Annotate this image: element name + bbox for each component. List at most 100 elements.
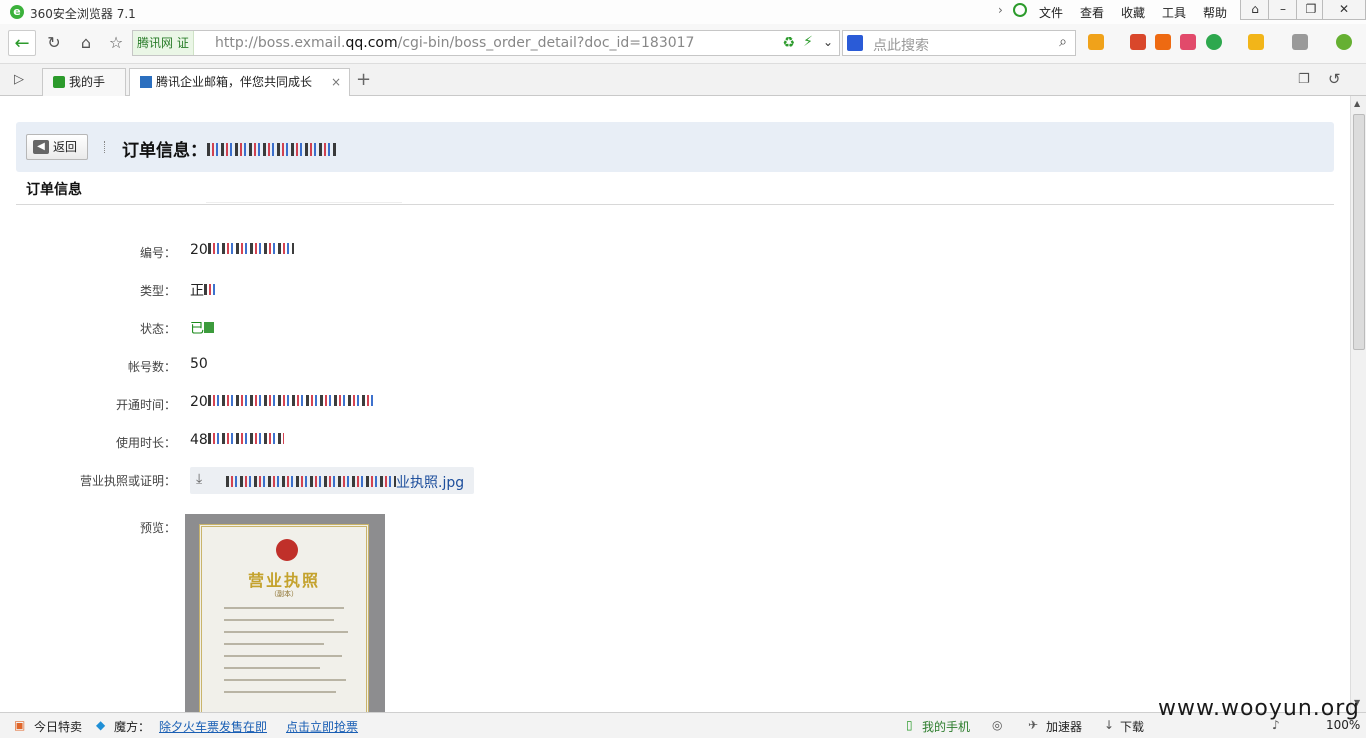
tab-list-icon[interactable]: ❐	[1298, 72, 1310, 87]
screenshot-icon[interactable]	[1292, 34, 1308, 50]
undo-close-icon[interactable]: ↺	[1328, 70, 1341, 88]
text-line	[224, 643, 324, 645]
redacted-text	[204, 322, 214, 333]
redacted-text	[207, 243, 294, 254]
chevron-right-icon[interactable]: ›	[998, 3, 1003, 17]
scrollbar-thumb[interactable]	[1353, 114, 1365, 350]
magic-label: 魔方：	[114, 720, 151, 734]
title-bar: e 360安全浏览器 7.1 › 文件 查看 收藏 工具 帮助 ⌂ – ❐ ✕	[0, 0, 1366, 24]
page-title: 订单信息：	[122, 136, 337, 161]
field-label-preview: 预览：	[139, 521, 176, 535]
chevron-down-icon[interactable]: ⌄	[823, 35, 833, 49]
compat-icon[interactable]: ◎	[992, 718, 1002, 732]
field-value-accounts: 50	[190, 356, 208, 372]
refresh-icon[interactable]: ↻	[40, 30, 68, 56]
field-value-duration: 48	[190, 432, 284, 448]
phone-icon	[53, 76, 65, 88]
close-button[interactable]: ✕	[1322, 0, 1366, 20]
promo-link-grab[interactable]: 点击立即抢票	[286, 718, 358, 735]
back-arrow-icon: ◀	[33, 140, 49, 154]
menu-favorites[interactable]: 收藏	[1121, 4, 1145, 21]
vertical-scrollbar[interactable]: ▲ ▼	[1350, 96, 1366, 712]
redacted-text	[207, 395, 376, 406]
text-line	[224, 607, 344, 609]
sidebar-toggle-icon[interactable]: ▷	[14, 72, 24, 87]
user-icon[interactable]	[1013, 3, 1027, 17]
order-header: ◀ 返回 订单信息：	[16, 122, 1334, 172]
tab-my-phone[interactable]: 我的手机	[42, 68, 126, 115]
url-text[interactable]: http://boss.exmail.qq.com/cgi-bin/boss_o…	[215, 31, 694, 55]
redacted-order-id	[207, 143, 337, 156]
tab-bar: ▷ 我的手机 腾讯企业邮箱，伴您共同成长 × + ❐ ↺	[0, 64, 1366, 115]
scroll-up-icon[interactable]: ▲	[1354, 99, 1360, 108]
menu-help[interactable]: 帮助	[1203, 4, 1227, 21]
flight-icon[interactable]	[1155, 34, 1171, 50]
redacted-text	[204, 284, 216, 295]
field-label-number: 编号：	[139, 246, 176, 260]
divider	[206, 202, 402, 203]
download-icon[interactable]: ↓	[1104, 718, 1114, 732]
tab-label: 腾讯企业邮箱，伴您共同成长	[156, 75, 313, 89]
certificate-title: 营业执照	[247, 571, 320, 590]
skin-icon[interactable]: ⌂	[1240, 0, 1270, 20]
gift-icon[interactable]: ▣	[14, 718, 25, 732]
address-toolbar: ← ↻ ⌂ ☆ 腾讯网 证 http://boss.exmail.qq.com/…	[0, 24, 1366, 64]
today-sale-link[interactable]: 今日特卖	[34, 718, 82, 735]
search-icon[interactable]: ⌕	[1059, 34, 1067, 50]
page-content: ◀ 返回 订单信息： 订单信息 编号： 20 类型： 正 状态： 已 帐号数： 5…	[0, 96, 1350, 712]
text-line	[224, 667, 320, 669]
field-label-duration: 使用时长：	[115, 436, 176, 450]
back-label: 返回	[53, 140, 78, 154]
license-file-name[interactable]: 业执照.jpg	[226, 472, 464, 492]
cube-icon[interactable]: ◆	[96, 718, 105, 732]
recycle-icon[interactable]: ♻	[782, 35, 795, 51]
menu-tools[interactable]: 工具	[1162, 4, 1186, 21]
minimize-button[interactable]: –	[1268, 0, 1298, 20]
field-label-type: 类型：	[139, 284, 176, 298]
url-field[interactable]: 腾讯网 证 http://boss.exmail.qq.com/cgi-bin/…	[132, 30, 840, 56]
download-icon[interactable]: ⤓	[196, 471, 202, 487]
star-icon[interactable]: ☆	[102, 30, 130, 56]
license-file-link[interactable]: ⤓ 业执照.jpg	[190, 467, 474, 494]
search-input[interactable]: 点此搜索 ⌕	[842, 30, 1076, 56]
redacted-text	[207, 433, 284, 444]
back-button[interactable]: ◀ 返回	[26, 134, 88, 160]
site-verified-badge[interactable]: 腾讯网 证	[133, 31, 194, 55]
back-arrow-icon[interactable]: ←	[8, 30, 36, 56]
section-title: 订单信息	[26, 182, 82, 198]
accelerator-link[interactable]: 加速器	[1046, 718, 1082, 735]
national-emblem-icon	[276, 539, 298, 561]
menu-view[interactable]: 查看	[1080, 4, 1104, 21]
field-value-type: 正	[190, 280, 216, 300]
phone-icon[interactable]: ▯	[906, 718, 913, 732]
download-link[interactable]: 下载	[1120, 718, 1144, 735]
lightning-icon[interactable]: ⚡	[803, 34, 813, 50]
text-line	[224, 655, 342, 657]
divider	[16, 204, 1334, 205]
tab-close-icon[interactable]: ×	[331, 69, 341, 95]
new-tab-icon[interactable]: +	[356, 69, 371, 90]
browser-logo-icon: e	[10, 5, 24, 19]
field-label-license: 营业执照或证明：	[79, 474, 176, 488]
gift-icon[interactable]	[1180, 34, 1196, 50]
calendar-icon[interactable]	[1130, 34, 1146, 50]
field-value-status: 已	[190, 318, 214, 338]
promo-link-tickets[interactable]: 除夕火车票发售在即	[159, 718, 267, 735]
license-preview-image[interactable]: 营业执照 （副本）	[185, 514, 385, 712]
game-icon[interactable]	[1248, 34, 1264, 50]
my-phone-link[interactable]: 我的手机	[922, 718, 970, 735]
360-menu-icon[interactable]	[1336, 34, 1352, 50]
divider	[104, 141, 106, 153]
redacted-text	[226, 476, 396, 487]
watermark: www.wooyun.org	[1158, 696, 1360, 721]
field-label-status: 状态：	[139, 322, 176, 336]
accelerator-icon[interactable]: ✈	[1028, 718, 1038, 732]
text-line	[224, 619, 334, 621]
finance-icon[interactable]	[1206, 34, 1222, 50]
tab-exmail[interactable]: 腾讯企业邮箱，伴您共同成长 ×	[129, 68, 350, 97]
menu-file[interactable]: 文件	[1039, 4, 1063, 21]
search-engine-icon[interactable]	[847, 35, 863, 51]
mail-icon	[140, 76, 152, 88]
home-icon[interactable]: ⌂	[72, 30, 100, 56]
apps-icon[interactable]	[1088, 34, 1104, 50]
